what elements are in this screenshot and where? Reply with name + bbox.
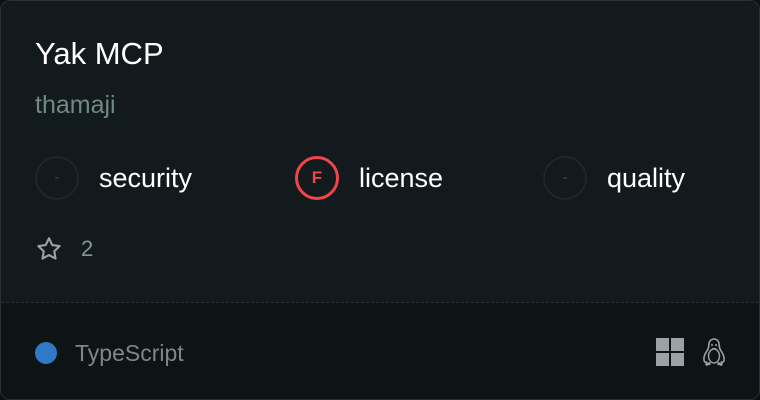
linux-icon (703, 338, 725, 366)
star-count-value: 2 (81, 236, 94, 261)
quality-grade-badge: - (543, 156, 587, 200)
card-title[interactable]: Yak MCP (35, 35, 164, 73)
score-security: - security (35, 154, 192, 202)
card-author[interactable]: thamaji (35, 89, 116, 121)
card-footer: TypeScript (1, 303, 759, 399)
score-license: F license (295, 154, 443, 202)
server-card[interactable]: Yak MCP thamaji - security F license - q… (0, 0, 760, 400)
windows-icon (656, 338, 684, 366)
language-name: TypeScript (75, 339, 184, 366)
score-quality: - quality (543, 154, 685, 202)
star-count: 2 (35, 233, 93, 265)
quality-label: quality (607, 162, 686, 193)
star-icon (37, 237, 61, 260)
security-label: security (99, 162, 193, 193)
license-grade-badge: F (295, 156, 339, 200)
security-grade-badge: - (35, 156, 79, 200)
license-label: license (359, 162, 444, 193)
platform-icons (655, 337, 727, 367)
language-tag: TypeScript (35, 339, 184, 367)
language-color-dot (35, 342, 57, 364)
